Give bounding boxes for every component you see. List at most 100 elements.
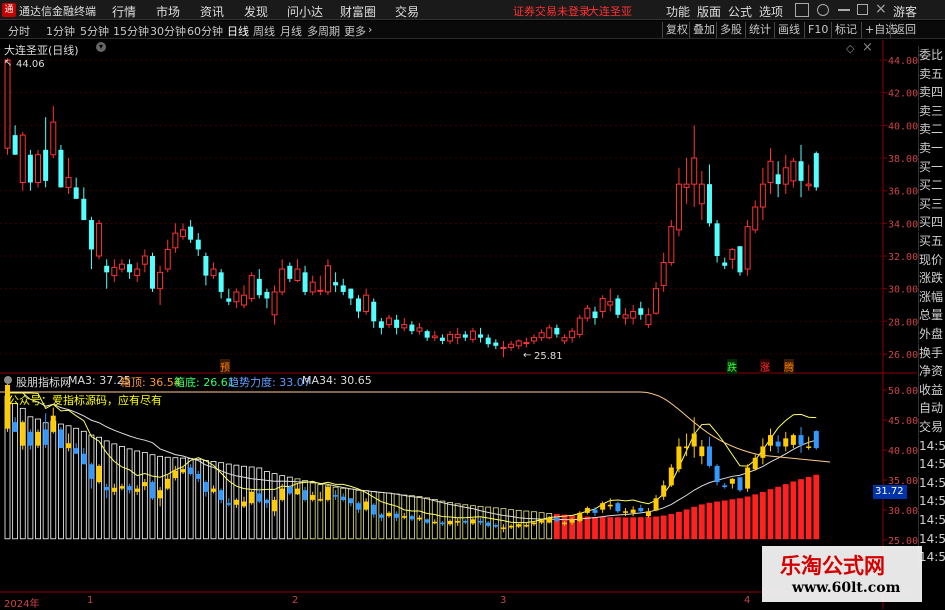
indicator-candle-body: [127, 486, 133, 491]
indicator-candle-body: [706, 446, 712, 466]
quote-tab-27[interactable]: 14:56: [918, 548, 945, 567]
tab-60min[interactable]: 60分钟: [187, 23, 223, 39]
menu-item-shichang[interactable]: 市场: [156, 3, 180, 20]
quote-tab-6[interactable]: 买一: [918, 157, 945, 176]
trade-login-warning[interactable]: 证券交易未登录: [513, 3, 590, 19]
quote-tab-18[interactable]: 收益: [918, 380, 945, 399]
panel-close-icon[interactable]: ×: [862, 40, 873, 55]
indicator-candle-body: [203, 482, 209, 492]
quote-tab-12[interactable]: 涨跌: [918, 269, 945, 288]
candle-body-down: [638, 308, 644, 315]
indicator-candle-body: [111, 487, 117, 492]
quote-tab-13[interactable]: 涨幅: [918, 287, 945, 306]
tab-daily[interactable]: 日线: [227, 23, 249, 39]
statistics-button[interactable]: 统计: [745, 22, 774, 38]
candle-body-down: [226, 298, 232, 302]
quote-tab-20[interactable]: 交易: [918, 418, 945, 436]
dropdown-icon[interactable]: ▾: [96, 42, 106, 52]
minimize-icon[interactable]: [838, 9, 850, 11]
indicator-candle-body: [386, 512, 392, 517]
menu-item-banmian[interactable]: 版面: [697, 3, 721, 20]
indicator-candle-body: [768, 435, 773, 446]
tab-weekly[interactable]: 周线: [253, 23, 275, 39]
indicator-settings-icon[interactable]: [4, 376, 12, 384]
quote-tab-9[interactable]: 买四: [918, 213, 945, 232]
menu-item-gongshi[interactable]: 公式: [728, 3, 752, 20]
tab-15min[interactable]: 15分钟: [113, 23, 149, 39]
y-tick-label: 30.00: [888, 506, 918, 517]
candle-body-up: [782, 167, 789, 185]
quote-tab-19[interactable]: 自动: [918, 399, 945, 418]
diamond-icon[interactable]: ◇: [846, 42, 854, 55]
quote-tab-3[interactable]: 卖三: [918, 101, 945, 120]
menu-item-hangqing[interactable]: 行情: [112, 3, 136, 20]
quote-tab-21[interactable]: 14:56: [918, 436, 945, 455]
menu-item-wenxiaoda[interactable]: 问小达: [287, 3, 323, 20]
indicator-name[interactable]: 股朋指标网: [16, 374, 71, 390]
tab-30min[interactable]: 30分钟: [150, 23, 186, 39]
quote-tab-16[interactable]: 换手: [918, 343, 945, 362]
fuquan-button[interactable]: 复权: [662, 22, 691, 38]
f10-button[interactable]: F10: [804, 22, 831, 38]
quote-tab-2[interactable]: 卖四: [918, 83, 945, 102]
tab-5min[interactable]: 5分钟: [80, 23, 109, 39]
quote-tab-14[interactable]: 总量: [918, 306, 945, 325]
guest-label[interactable]: 游客: [893, 3, 917, 20]
mark-button[interactable]: 标记: [831, 22, 860, 38]
candle-body-up: [630, 311, 637, 319]
tab-more[interactable]: 更多: [344, 23, 366, 39]
quote-tab-5[interactable]: 卖一: [918, 139, 945, 157]
candle-body-up: [279, 268, 286, 293]
indicator-candle-body: [691, 433, 697, 447]
menu-item-gongneng[interactable]: 功能: [666, 3, 690, 20]
draw-line-button[interactable]: 画线: [774, 22, 803, 38]
candle-body-down: [462, 334, 468, 338]
back-button[interactable]: 返回: [890, 22, 919, 38]
quote-tab-4[interactable]: 卖二: [918, 120, 945, 139]
quote-tab-8[interactable]: 买三: [918, 194, 945, 213]
tab-1min[interactable]: 1分钟: [46, 23, 75, 39]
quote-tab-26[interactable]: 14:56: [918, 529, 945, 548]
multi-stock-button[interactable]: 多股: [716, 22, 745, 38]
quote-tab-25[interactable]: 14:56: [918, 511, 945, 529]
quote-tab-23[interactable]: 14:56: [918, 473, 945, 492]
tab-monthly[interactable]: 月线: [280, 23, 302, 39]
indicator-candle-body: [333, 495, 339, 497]
indicator-trend: 趋势力度: 33.07: [228, 376, 311, 389]
indicator-bar: [202, 460, 209, 540]
candle-body-up: [752, 206, 759, 231]
close-icon[interactable]: ×: [875, 1, 887, 17]
indicator-candle-body: [798, 435, 804, 445]
indicator-bar: [592, 517, 598, 540]
quote-tab-10[interactable]: 买五: [918, 232, 945, 250]
quote-tab-11[interactable]: 现价: [918, 250, 945, 269]
candle-body-down: [27, 154, 33, 183]
marker-teng: 腾: [784, 359, 794, 374]
quote-tab-24[interactable]: 14:56: [918, 492, 945, 511]
tab-multi-period[interactable]: 多周期: [307, 23, 340, 39]
overlay-button[interactable]: 叠加: [689, 22, 718, 38]
menu-item-xuanxiang[interactable]: 选项: [759, 3, 783, 20]
indicator-candle-body: [96, 465, 102, 483]
candle-body-down: [81, 198, 87, 221]
quote-tab-17[interactable]: 净资: [918, 362, 945, 381]
quote-tab-22[interactable]: 14:56: [918, 455, 945, 474]
quote-tab-15[interactable]: 外盘: [918, 325, 945, 343]
menu-item-zixun[interactable]: 资讯: [200, 3, 224, 20]
user-icon[interactable]: [817, 4, 829, 16]
candle-body-down: [203, 256, 209, 276]
candle-body-down: [12, 135, 18, 155]
maximize-icon[interactable]: [857, 4, 868, 15]
chevron-right-icon[interactable]: ›: [368, 23, 372, 36]
menu-item-faxian[interactable]: 发现: [244, 3, 268, 20]
indicator-candle-body: [88, 464, 94, 479]
quote-tab-1[interactable]: 卖五: [918, 64, 945, 83]
candle-body-down: [302, 272, 308, 292]
quote-tab-0[interactable]: 委比: [918, 46, 945, 64]
search-icon[interactable]: [795, 3, 809, 17]
quote-tab-7[interactable]: 买二: [918, 176, 945, 195]
menu-item-caifuquan[interactable]: 财富圈: [340, 3, 376, 20]
kline-chart[interactable]: 44.00 42.00 40.00 38.00 36.00 34.00 32.00 30.00…: [0, 40, 945, 609]
menu-item-jiaoyi[interactable]: 交易: [395, 3, 419, 20]
tab-fenshi[interactable]: 分时: [8, 23, 30, 39]
